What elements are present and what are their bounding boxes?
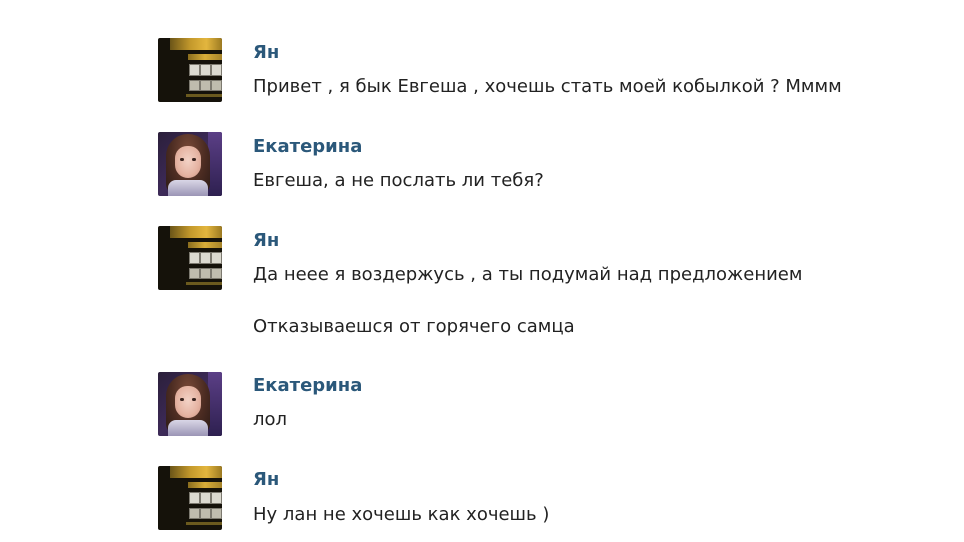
yan-avatar-icon[interactable] <box>158 226 222 290</box>
author-name-link[interactable]: Ян <box>253 469 279 491</box>
ekaterina-avatar-icon[interactable] <box>158 372 222 436</box>
message-text: Ну лан не хочешь как хочешь ) <box>253 504 550 525</box>
yan-avatar-icon[interactable] <box>158 38 222 102</box>
author-name-link[interactable]: Екатерина <box>253 375 362 397</box>
author-name-link[interactable]: Ян <box>253 42 279 64</box>
yan-avatar-icon[interactable] <box>158 466 222 530</box>
message-text: Привет , я бык Евгеша , хочешь стать мое… <box>253 76 842 97</box>
chat-page: Ян Привет , я бык Евгеша , хочешь стать … <box>0 0 964 542</box>
message-text: лол <box>253 409 288 430</box>
author-name-link[interactable]: Ян <box>253 230 279 252</box>
message-text: Отказываешся от горячего самца <box>253 316 575 337</box>
ekaterina-avatar-icon[interactable] <box>158 132 222 196</box>
message-text: Евгеша, а не послать ли тебя? <box>253 170 544 191</box>
message-text: Да неее я воздержусь , а ты подумай над … <box>253 264 803 285</box>
author-name-link[interactable]: Екатерина <box>253 136 362 158</box>
